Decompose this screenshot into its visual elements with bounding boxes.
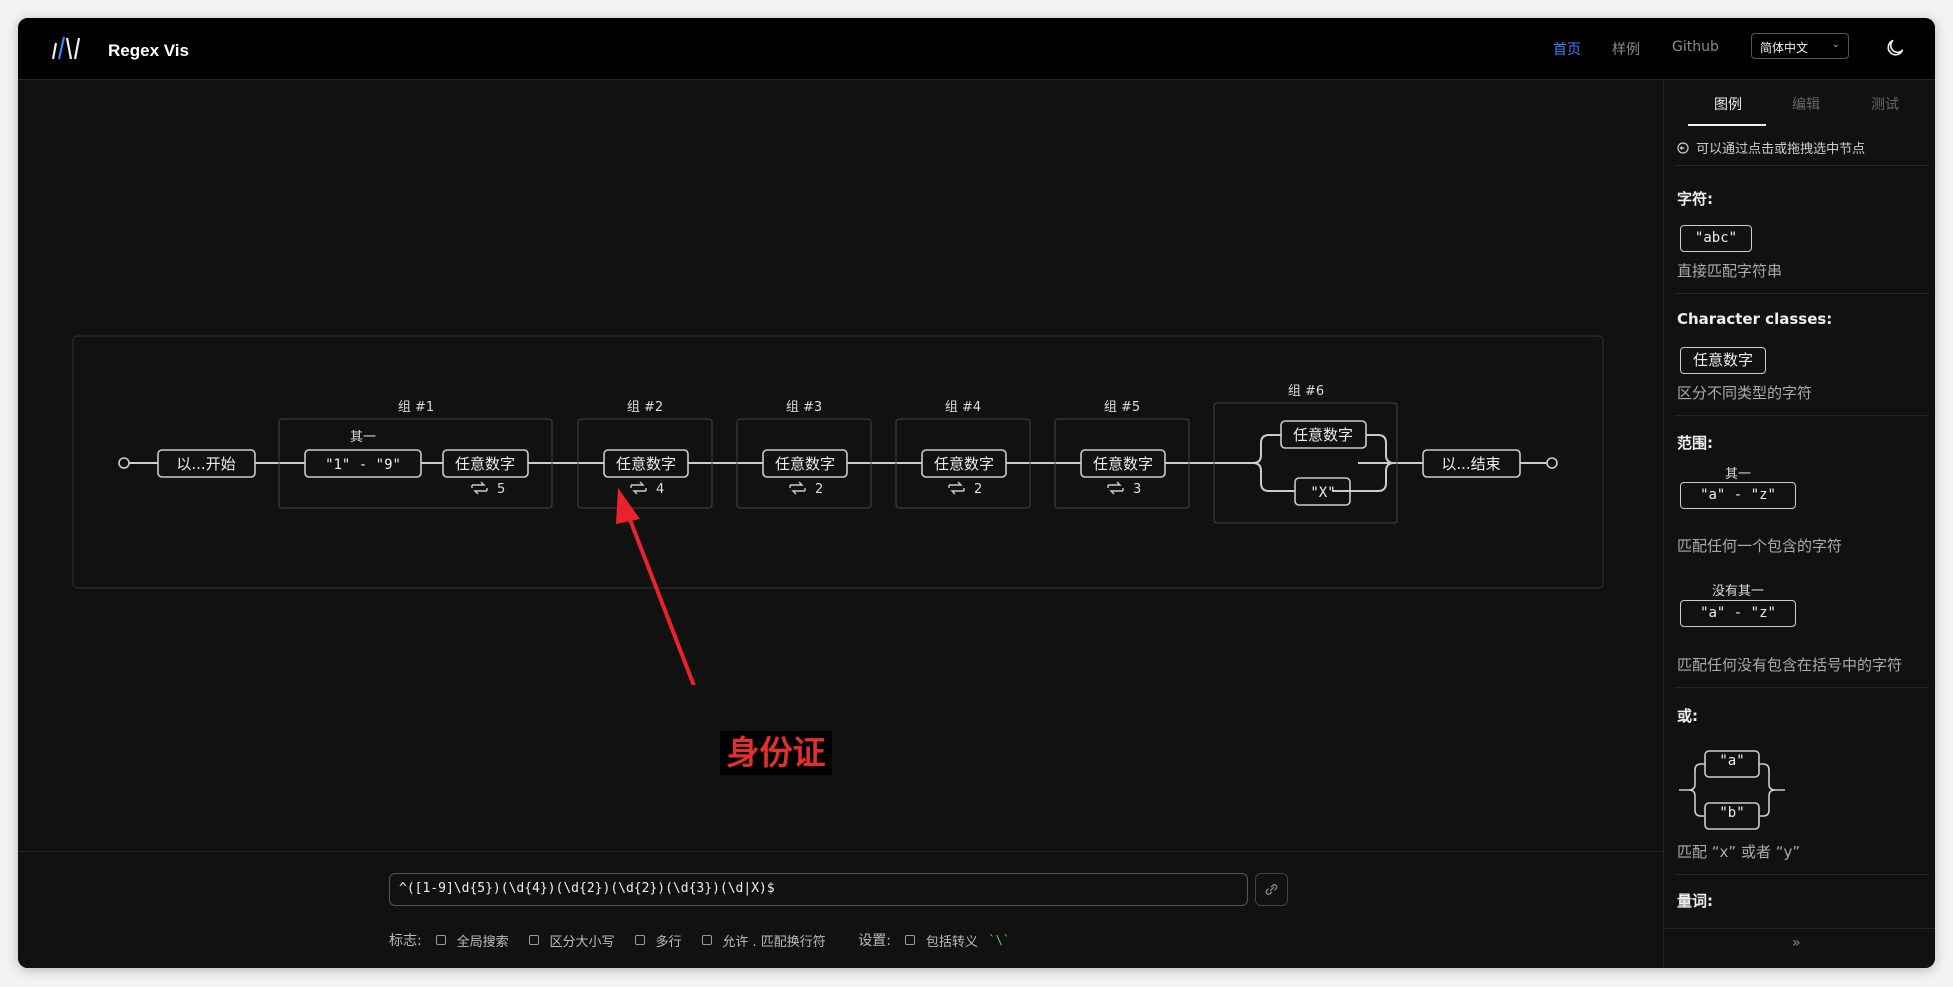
divider xyxy=(1674,687,1929,688)
legend-chars-desc: 直接匹配字符串 xyxy=(1677,262,1783,280)
language-value: 简体中文 xyxy=(1760,41,1809,55)
flag-multiline-label[interactable]: 多行 xyxy=(655,931,681,950)
active-tab-indicator xyxy=(1688,124,1766,126)
quantifier-5: 3 xyxy=(1133,482,1141,497)
flag-dotall-label[interactable]: 允许 . 匹配换行符 xyxy=(722,931,825,950)
legend-range-desc-2: 匹配任何没有包含在括号中的字符 xyxy=(1677,656,1903,674)
flag-case-checkbox[interactable] xyxy=(529,935,540,945)
flags-label: 标志: xyxy=(389,933,422,949)
info-arrow-icon xyxy=(1677,142,1689,154)
nav-samples[interactable]: 样例 xyxy=(1612,39,1640,59)
digit-node-5-label: 任意数字 xyxy=(1093,455,1153,473)
divider xyxy=(1674,874,1929,875)
flag-dotall-checkbox[interactable] xyxy=(701,935,712,945)
group-5-label: 组 #5 xyxy=(1104,400,1140,415)
annotation-label: 身份证 xyxy=(720,731,832,775)
legend-chars-title: 字符: xyxy=(1677,190,1713,208)
start-anchor-label: 以...开始 xyxy=(176,455,235,473)
end-terminal xyxy=(1546,457,1558,469)
nav-github[interactable]: Github xyxy=(1672,39,1719,55)
group-6-label: 组 #6 xyxy=(1288,384,1324,399)
chevron-down-icon: ⌄ xyxy=(1831,39,1840,50)
repeat-icon xyxy=(471,481,488,495)
legend-range-example-1: "a" - "z" xyxy=(1680,482,1796,509)
legend-range-caption-2: 没有其一 xyxy=(1711,584,1764,599)
legend-quant-title: 量词: xyxy=(1677,892,1713,910)
end-anchor-label: 以...结束 xyxy=(1441,455,1500,473)
group-1-label: 组 #1 xyxy=(398,400,434,415)
regex-input[interactable]: ^([1-9]\d{5})(\d{4})(\d{2})(\d{2})(\d{3}… xyxy=(389,873,1248,906)
range-node-label: "1" - "9" xyxy=(325,457,401,473)
link-icon xyxy=(1265,884,1278,895)
legend-classes-example: 任意数字 xyxy=(1680,347,1766,374)
legend-chars-example: "abc" xyxy=(1680,225,1752,252)
annotation-arrow-up xyxy=(616,488,696,685)
diagram-canvas[interactable]: 以...开始 组 #1 其一 "1" - "9" 任意数字 5 组 #2 任意数… xyxy=(18,80,1663,775)
settings-label: 设置: xyxy=(858,933,891,949)
regex-vis-logo-icon[interactable] xyxy=(50,35,82,61)
group-4-label: 组 #4 xyxy=(945,400,981,415)
digit-node-4-label: 任意数字 xyxy=(934,455,994,473)
legend-classes-title: Character classes: xyxy=(1677,310,1833,328)
regex-railroad-diagram: 以...开始 组 #1 其一 "1" - "9" 任意数字 5 组 #2 任意数… xyxy=(72,335,1604,685)
group-3-label: 组 #3 xyxy=(786,400,822,415)
repeat-icon xyxy=(630,481,647,495)
hint-text: 可以通过点击或拖拽选中节点 xyxy=(1696,142,1866,157)
app-title[interactable]: Regex Vis xyxy=(108,41,189,61)
repeat-icon xyxy=(789,481,806,495)
legend-range-caption-1: 其一 xyxy=(1724,467,1751,482)
top-bar: Regex Vis 首页 样例 Github 简体中文 ⌄ xyxy=(18,18,1935,80)
legend-or-top: "a" xyxy=(1719,753,1745,769)
moon-icon[interactable] xyxy=(1884,37,1906,59)
start-terminal xyxy=(118,457,130,469)
divider xyxy=(1664,928,1935,929)
divider xyxy=(1674,165,1929,166)
link-button[interactable] xyxy=(1255,873,1288,906)
hint: 可以通过点击或拖拽选中节点 xyxy=(1677,138,1865,157)
repeat-icon xyxy=(1107,481,1124,495)
legend-classes-desc: 区分不同类型的字符 xyxy=(1677,384,1813,402)
legend-range-desc-1: 匹配任何一个包含的字符 xyxy=(1677,537,1843,555)
divider xyxy=(1674,415,1929,416)
divider xyxy=(1674,293,1929,294)
quantifier-1: 5 xyxy=(497,482,505,497)
alt-digit-label: 任意数字 xyxy=(1293,426,1353,444)
escape-code: `\` xyxy=(988,933,1011,947)
legend-range-title: 范围: xyxy=(1677,434,1713,452)
regex-editor-panel: ^([1-9]\d{5})(\d{4})(\d{2})(\d{2})(\d{3}… xyxy=(18,851,1663,968)
legend-or-title: 或: xyxy=(1677,707,1698,725)
tab-edit[interactable]: 编辑 xyxy=(1792,94,1820,114)
repeat-icon xyxy=(948,481,965,495)
alt-x-label: "X" xyxy=(1310,485,1335,501)
quantifier-2: 4 xyxy=(656,482,664,497)
legend-range-example-2: "a" - "z" xyxy=(1680,600,1796,627)
language-select[interactable]: 简体中文 ⌄ xyxy=(1751,33,1849,59)
escape-checkbox[interactable] xyxy=(905,935,916,945)
legend-or-bottom: "b" xyxy=(1719,805,1745,821)
nav-home[interactable]: 首页 xyxy=(1553,39,1581,59)
tab-legend[interactable]: 图例 xyxy=(1714,94,1742,114)
range-caption: 其一 xyxy=(350,430,376,445)
quantifier-3: 2 xyxy=(815,482,823,497)
flag-global-label[interactable]: 全局搜索 xyxy=(457,931,509,950)
digit-node-2-label: 任意数字 xyxy=(616,455,676,473)
tab-test[interactable]: 测试 xyxy=(1871,94,1899,114)
options-row: 标志: 全局搜索 区分大小写 多行 允许 . 匹配换行符 设置: 包括转义 `\… xyxy=(389,930,1010,950)
collapse-sidebar-button[interactable]: » xyxy=(1792,935,1801,951)
digit-node-3-label: 任意数字 xyxy=(775,455,835,473)
quantifier-4: 2 xyxy=(974,482,982,497)
escape-label[interactable]: 包括转义 xyxy=(926,931,978,950)
flag-global-checkbox[interactable] xyxy=(436,935,447,945)
app-window: Regex Vis 首页 样例 Github 简体中文 ⌄ 以...开始 组 #… xyxy=(18,18,1935,968)
flag-case-label[interactable]: 区分大小写 xyxy=(550,931,615,950)
digit-node-1-label: 任意数字 xyxy=(455,455,515,473)
legend-or-desc: 匹配 “x” 或者 “y” xyxy=(1677,843,1801,861)
group-2-label: 组 #2 xyxy=(627,400,663,415)
legend-sidebar: 图例 编辑 测试 可以通过点击或拖拽选中节点 字符: "abc" 直接匹配字符串… xyxy=(1663,80,1935,968)
flag-multiline-checkbox[interactable] xyxy=(635,935,646,945)
